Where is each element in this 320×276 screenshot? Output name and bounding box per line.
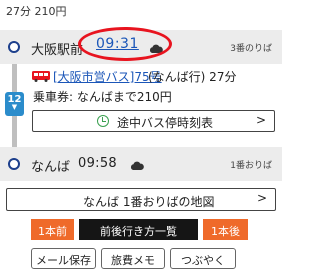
arrival-platform: 1番おりば — [230, 161, 272, 171]
departure-platform: 3番のりば — [230, 44, 272, 54]
arrival-time: 09:58 — [78, 156, 117, 171]
bus-route-link[interactable]: [大阪市営バス]75号 — [53, 68, 162, 85]
next-train-button[interactable]: 1本後 — [203, 219, 248, 240]
departure-station-name: 大阪駅前 — [31, 43, 84, 58]
departure-station-row: 大阪駅前 09:31 3番のりば — [0, 30, 282, 64]
route-summary-text: 27分 210円 — [6, 5, 67, 18]
cloud-icon — [130, 161, 144, 170]
station-marker-icon — [8, 158, 20, 170]
line-number-badge: 12 ▼ — [5, 92, 24, 116]
route-summary: 27分 210円 — [0, 0, 282, 22]
intermediate-stops-label: 途中バス停時刻表 — [117, 116, 214, 130]
station-map-button[interactable]: なんば 1番おりばの地図 > — [6, 188, 276, 211]
bus-icon — [32, 71, 50, 82]
previous-train-button[interactable]: 1本前 — [31, 219, 74, 240]
fare-info: 乗車券: なんばまで210円 — [33, 90, 172, 104]
station-marker-icon — [8, 41, 20, 53]
bus-route-detail: (なんば行) 27分 — [148, 70, 237, 84]
intermediate-stops-button[interactable]: 途中バス停時刻表 > — [32, 110, 275, 132]
route-list-button[interactable]: 前後行き方一覧 — [79, 219, 198, 240]
mail-save-button[interactable]: メール保存 — [31, 248, 96, 269]
cloud-icon — [149, 44, 163, 53]
tweet-button[interactable]: つぶやく — [170, 248, 236, 269]
departure-time-link[interactable]: 09:31 — [96, 36, 139, 52]
chevron-right-icon: > — [256, 191, 267, 205]
arrival-station-row: なんば 09:58 1番おりば — [0, 147, 282, 181]
clock-icon — [97, 115, 109, 127]
travel-memo-button[interactable]: 旅費メモ — [101, 248, 165, 269]
arrival-station-name: なんば — [31, 160, 71, 175]
down-arrow-icon: ▼ — [11, 103, 18, 111]
station-map-label: なんば 1番おりばの地図 — [83, 195, 215, 209]
chevron-right-icon: > — [255, 113, 266, 127]
